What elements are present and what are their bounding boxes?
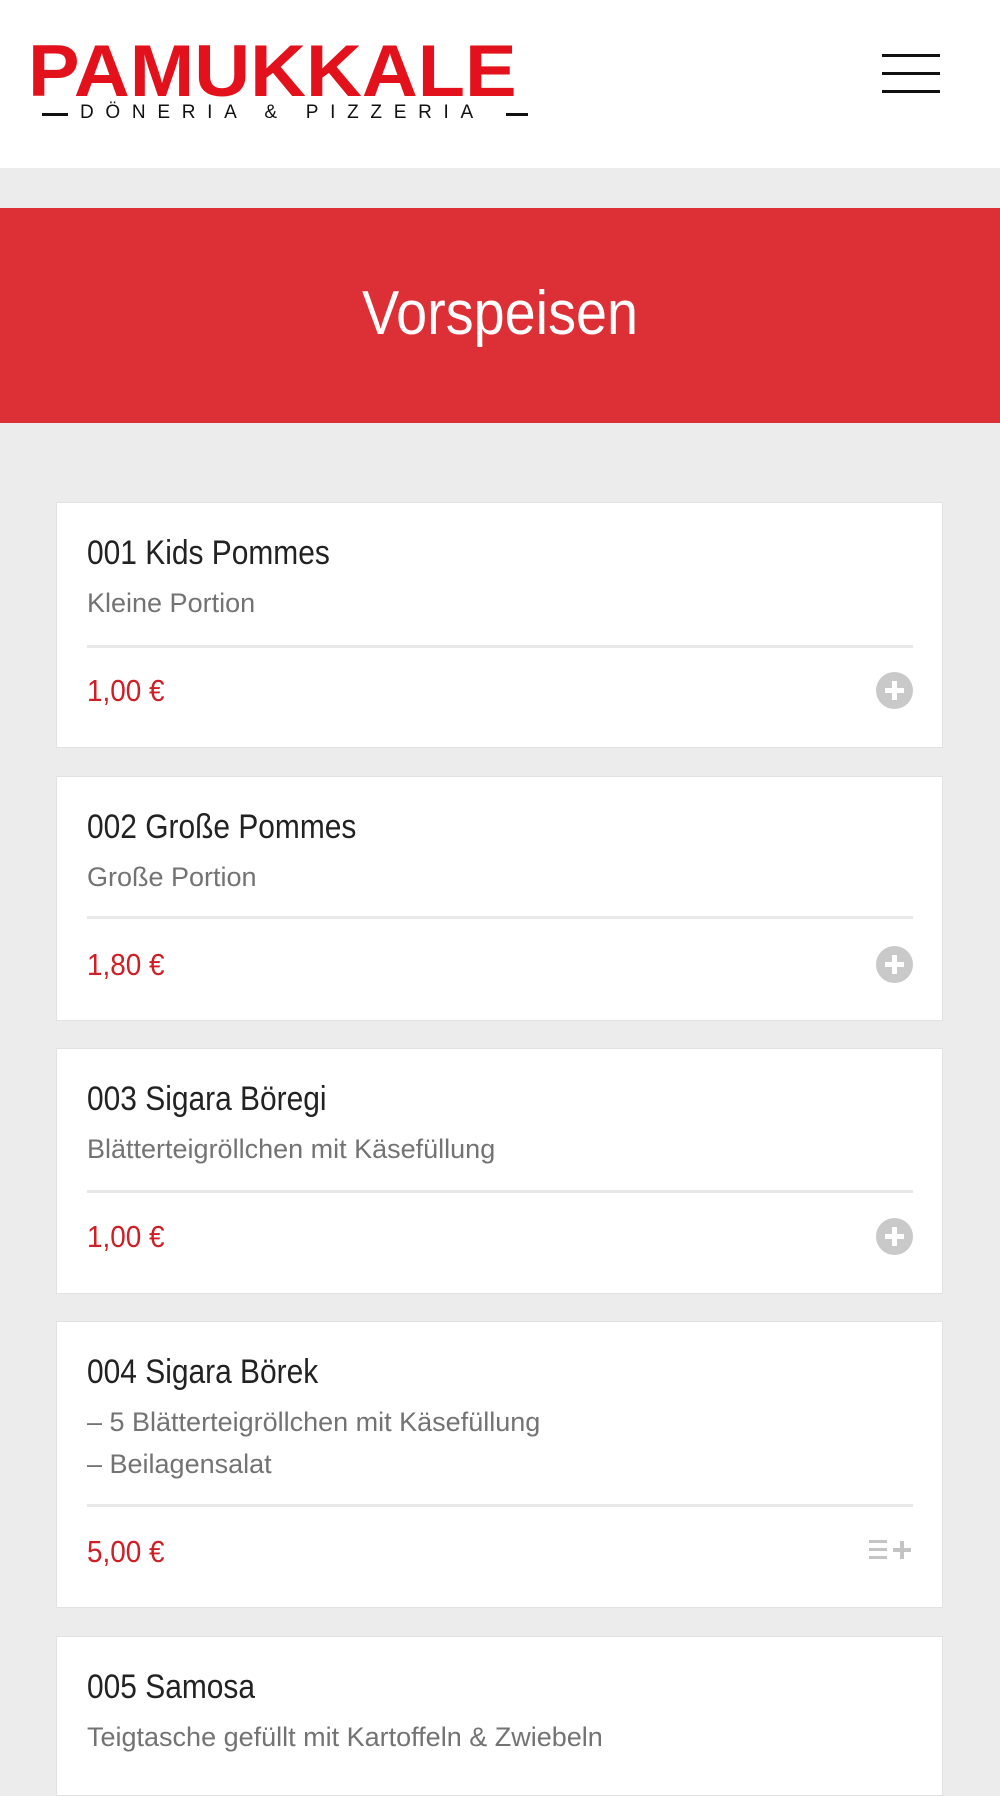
item-title: 002 Große Pommes [87, 808, 357, 846]
add-circle-icon[interactable] [876, 946, 913, 983]
logo-tagline: DÖNERIA & PIZZERIA [80, 102, 485, 123]
hamburger-menu-icon[interactable] [876, 46, 942, 96]
list-line [869, 1556, 887, 1559]
item-title: 001 Kids Pommes [87, 534, 330, 572]
item-title: 005 Samosa [87, 1668, 255, 1706]
menu-item-card[interactable]: 002 Große Pommes Große Portion 1,80 € [56, 776, 943, 1021]
menu-item-card[interactable]: 003 Sigara Böregi Blätterteigröllchen mi… [56, 1048, 943, 1294]
item-title: 004 Sigara Börek [87, 1353, 319, 1391]
list-add-icon[interactable] [869, 1538, 913, 1564]
add-circle-icon[interactable] [876, 1218, 913, 1255]
item-price: 1,00 € [87, 673, 165, 708]
logo[interactable]: PAMUKKALE DÖNERIA & PIZZERIA [28, 35, 528, 123]
menu-bar-bottom [882, 90, 940, 93]
logo-dash-right [506, 113, 528, 116]
category-banner: Vorspeisen [0, 208, 1000, 423]
menu-item-card[interactable]: 004 Sigara Börek – 5 Blätterteigröllchen… [56, 1321, 943, 1608]
item-description: Kleine Portion [87, 588, 256, 618]
menu-bar-middle [882, 72, 940, 75]
item-price: 1,80 € [87, 947, 165, 982]
item-divider [87, 1504, 913, 1507]
list-line [869, 1548, 887, 1551]
menu-item-card[interactable]: 005 Samosa Teigtasche gefüllt mit Kartof… [56, 1636, 943, 1796]
item-divider [87, 1190, 913, 1193]
add-circle-icon[interactable] [876, 672, 913, 709]
item-description: Teigtasche gefüllt mit Kartoffeln & Zwie… [87, 1722, 603, 1752]
list-line [869, 1540, 887, 1543]
plus-vertical [900, 1541, 904, 1559]
menu-item-card[interactable]: 001 Kids Pommes Kleine Portion 1,00 € [56, 502, 943, 748]
logo-wordmark: PAMUKKALE [28, 31, 517, 112]
item-price: 5,00 € [87, 1534, 165, 1569]
logo-tagline-row: DÖNERIA & PIZZERIA [42, 101, 542, 125]
item-description: Große Portion [87, 862, 257, 892]
logo-dash-left [42, 113, 68, 116]
item-description-line-1: – 5 Blätterteigröllchen mit Käsefüllung [87, 1407, 541, 1437]
item-price: 1,00 € [87, 1219, 165, 1254]
item-divider [87, 916, 913, 919]
item-description-line-2: – Beilagensalat [87, 1449, 272, 1479]
item-description: Blätterteigröllchen mit Käsefüllung [87, 1134, 496, 1164]
menu-bar-top [882, 54, 940, 57]
category-title: Vorspeisen [361, 279, 639, 348]
item-divider [87, 645, 913, 648]
site-header: PAMUKKALE DÖNERIA & PIZZERIA [0, 0, 1000, 168]
item-title: 003 Sigara Böregi [87, 1080, 327, 1118]
